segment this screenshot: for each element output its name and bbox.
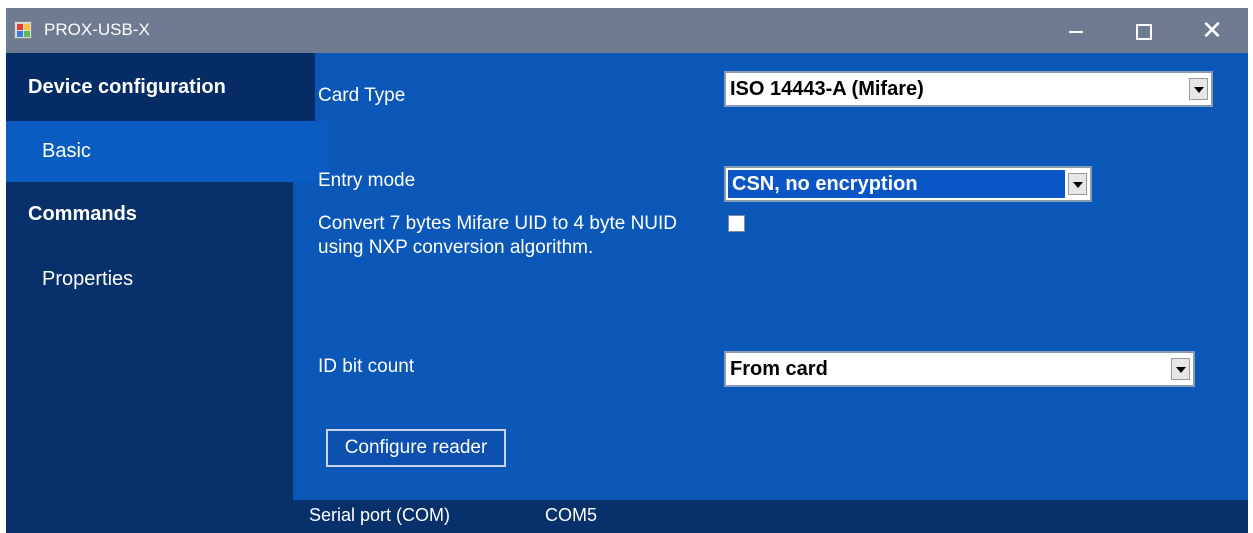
sidebar-item-commands[interactable]: Commands xyxy=(6,182,315,247)
entry-mode-select[interactable]: CSN, no encryption xyxy=(724,166,1092,202)
id-bit-count-value: From card xyxy=(730,358,828,380)
sidebar: Device configuration Basic Commands Prop… xyxy=(6,53,329,533)
entry-mode-value: CSN, no encryption xyxy=(728,170,1065,198)
window-title: PROX-USB-X xyxy=(44,20,150,39)
entry-mode-label: Entry mode xyxy=(318,170,416,191)
sidebar-item-device-configuration[interactable]: Device configuration xyxy=(6,53,315,121)
card-type-value: ISO 14443-A (Mifare) xyxy=(730,78,924,100)
close-button[interactable]: ✕ xyxy=(1178,8,1246,53)
card-type-select[interactable]: ISO 14443-A (Mifare) xyxy=(724,71,1213,107)
chevron-down-icon[interactable] xyxy=(1171,358,1190,380)
close-icon: ✕ xyxy=(1201,15,1223,45)
app-window: PROX-USB-X ✕ Device configuration Basic … xyxy=(6,8,1248,533)
convert-nuid-label: Convert 7 bytes Mifare UID to 4 byte NUI… xyxy=(318,213,678,258)
maximize-button[interactable] xyxy=(1110,8,1178,53)
serial-port-value: COM5 xyxy=(545,505,598,525)
convert-nuid-checkbox[interactable] xyxy=(728,215,745,232)
id-bit-count-select[interactable]: From card xyxy=(724,351,1195,387)
id-bit-count-label: ID bit count xyxy=(318,356,415,377)
card-type-label: Card Type xyxy=(318,85,406,106)
serial-port-label: Serial port (COM) xyxy=(309,505,451,525)
minimize-button[interactable] xyxy=(1042,8,1110,53)
app-icon xyxy=(14,21,32,39)
sidebar-item-basic[interactable]: Basic xyxy=(6,121,329,182)
chevron-down-icon[interactable] xyxy=(1068,173,1087,195)
title-bar[interactable]: PROX-USB-X ✕ xyxy=(6,8,1248,53)
sidebar-item-properties[interactable]: Properties xyxy=(6,247,329,312)
chevron-down-icon[interactable] xyxy=(1189,78,1208,100)
maximize-icon xyxy=(1136,24,1152,41)
configure-reader-button[interactable]: Configure reader xyxy=(326,429,506,467)
status-bar: Serial port (COM) COM5 xyxy=(293,500,1248,533)
minimize-icon xyxy=(1069,31,1083,34)
